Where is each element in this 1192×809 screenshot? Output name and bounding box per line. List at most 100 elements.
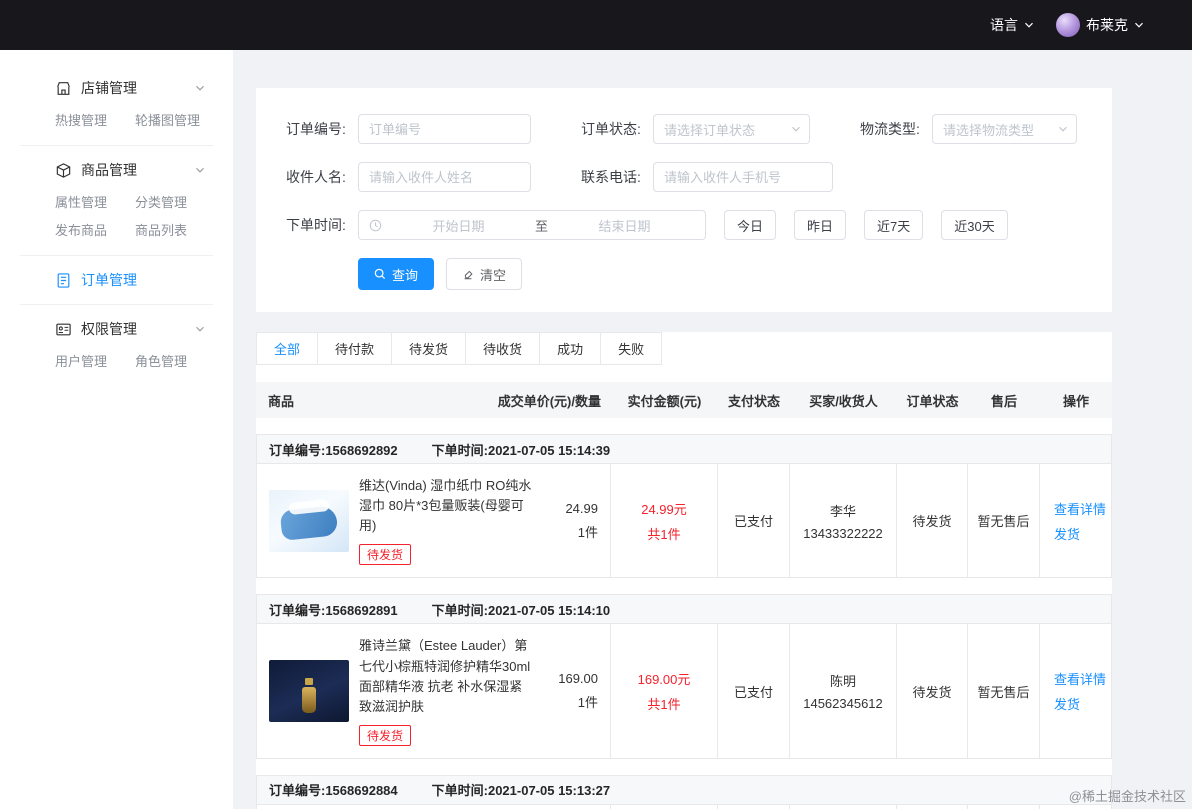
paid-amount-cell: 89.00元 共1件 <box>610 805 717 809</box>
product-title: 维达(Vinda) 湿巾纸巾 RO纯水湿巾 80片*3包量贩装(母婴可用) <box>359 476 534 536</box>
sidebar-item-goods-management[interactable]: 商品管理 <box>0 150 233 190</box>
language-label: 语言 <box>990 15 1018 35</box>
topbar-right: 语言 布莱克 <box>990 13 1144 37</box>
quick-today-button[interactable]: 今日 <box>724 210 776 240</box>
col-product: 商品 <box>268 391 294 410</box>
order-list-panel: 全部 待付款 待发货 待收货 成功 失败 商品 成交单价(元)/数量 实付金额(… <box>256 332 1112 809</box>
quick-7days-button[interactable]: 近7天 <box>864 210 923 240</box>
after-sale-cell: 暂无售后 <box>967 805 1039 809</box>
view-detail-link[interactable]: 查看详情 <box>1054 669 1106 688</box>
avatar <box>1056 13 1080 37</box>
sidebar-item-permission-management[interactable]: 权限管理 <box>0 309 233 349</box>
order-head: 订单编号:1568692884 下单时间:2021-07-05 15:13:27 <box>257 776 1111 805</box>
sidebar-item-category[interactable]: 分类管理 <box>135 192 233 211</box>
tab-pending-payment[interactable]: 待付款 <box>317 332 392 365</box>
date-range-picker[interactable]: 开始日期 至 结束日期 <box>358 210 706 240</box>
col-after-sale: 售后 <box>968 391 1040 410</box>
chevron-down-icon <box>1024 20 1034 30</box>
buyer-cell: 陈明 14562345612 <box>789 624 896 758</box>
buyer-cell: 李华 13433322222 <box>789 464 896 577</box>
tab-pending-receipt[interactable]: 待收货 <box>465 332 540 365</box>
user-menu[interactable]: 布莱克 <box>1056 13 1144 37</box>
sidebar-item-goods-list[interactable]: 商品列表 <box>135 220 233 239</box>
sidebar-item-role-management[interactable]: 角色管理 <box>135 351 233 370</box>
divider <box>20 145 213 146</box>
view-detail-link[interactable]: 查看详情 <box>1054 499 1106 518</box>
username: 布莱克 <box>1086 15 1128 35</box>
search-button[interactable]: 查询 <box>358 258 434 290</box>
order-status-cell: 待发货 <box>896 805 967 809</box>
order-status-cell: 待发货 <box>896 464 967 577</box>
chevron-down-icon <box>1058 124 1068 134</box>
order-icon <box>55 272 72 289</box>
col-pay-status: 支付状态 <box>718 391 790 410</box>
order-block: 订单编号:1568692892 下单时间:2021-07-05 15:14:39… <box>256 434 1112 578</box>
range-separator: 至 <box>535 216 548 235</box>
quick-yesterday-button[interactable]: 昨日 <box>794 210 846 240</box>
col-actions: 操作 <box>1040 391 1112 410</box>
tab-pending-shipment[interactable]: 待发货 <box>391 332 466 365</box>
clock-icon <box>369 219 382 232</box>
product-title: 雅诗兰黛（Estee Lauder）第七代小棕瓶特润修护精华30ml 面部精华液… <box>359 636 534 717</box>
sidebar-item-user-management[interactable]: 用户管理 <box>55 351 135 370</box>
sidebar-item-order-management[interactable]: 订单管理 <box>0 260 233 300</box>
receiver-name-input[interactable] <box>358 162 531 192</box>
actions-cell: 查看详情 发货 <box>1039 624 1111 758</box>
chevron-down-icon <box>1134 20 1144 30</box>
quick-30days-button[interactable]: 近30天 <box>941 210 1007 240</box>
end-date-placeholder: 结束日期 <box>554 216 695 235</box>
order-status-label: 订单状态: <box>581 119 653 139</box>
ship-link[interactable]: 发货 <box>1054 694 1080 713</box>
tab-success[interactable]: 成功 <box>539 332 601 365</box>
col-paid-amount: 实付金额(元) <box>611 391 718 410</box>
order-time: 下单时间:2021-07-05 15:14:39 <box>432 440 610 459</box>
col-order-status: 订单状态 <box>897 391 968 410</box>
receiver-name-label: 收件人名: <box>286 167 358 187</box>
after-sale-cell: 暂无售后 <box>967 464 1039 577</box>
actions-cell: 查看详情 发货 <box>1039 464 1111 577</box>
sidebar-item-hot-search[interactable]: 热搜管理 <box>55 110 135 129</box>
start-date-placeholder: 开始日期 <box>388 216 529 235</box>
order-status-select[interactable]: 请选择订单状态 <box>653 114 810 144</box>
order-number: 订单编号:1568692884 <box>269 780 398 799</box>
clear-button[interactable]: 清空 <box>446 258 522 290</box>
logistics-type-select[interactable]: 请选择物流类型 <box>932 114 1077 144</box>
tab-all[interactable]: 全部 <box>256 332 318 365</box>
order-row: 雅诗兰黛（Estee Lauder）第七代小棕瓶特润修护精华30ml 面部精华液… <box>257 624 1111 758</box>
sidebar-item-carousel[interactable]: 轮播图管理 <box>135 110 233 129</box>
order-number: 订单编号:1568692892 <box>269 440 398 459</box>
paid-amount-cell: 24.99元 共1件 <box>610 464 717 577</box>
pay-status-cell: 已支付 <box>717 464 789 577</box>
order-head: 订单编号:1568692892 下单时间:2021-07-05 15:14:39 <box>257 435 1111 464</box>
phone-label: 联系电话: <box>581 167 653 187</box>
chevron-down-icon <box>791 124 801 134</box>
order-block: 订单编号:1568692884 下单时间:2021-07-05 15:13:27… <box>256 775 1112 809</box>
product-image <box>269 490 349 552</box>
after-sale-cell: 暂无售后 <box>967 624 1039 758</box>
actions-cell: 查看详情 发货 <box>1039 805 1111 809</box>
ship-link[interactable]: 发货 <box>1054 524 1080 543</box>
language-menu[interactable]: 语言 <box>990 15 1034 35</box>
sidebar-item-label: 权限管理 <box>81 319 137 339</box>
order-time: 下单时间:2021-07-05 15:13:27 <box>432 780 610 799</box>
sidebar-item-attribute[interactable]: 属性管理 <box>55 192 135 211</box>
order-status-cell: 待发货 <box>896 624 967 758</box>
order-row: 维达(Vinda) 湿巾纸巾 RO纯水湿巾 80片*3包量贩装(母婴可用) 待发… <box>257 464 1111 577</box>
order-no-input[interactable] <box>358 114 531 144</box>
goods-icon <box>55 162 72 179</box>
status-tag: 待发货 <box>359 544 411 565</box>
phone-input[interactable] <box>653 162 833 192</box>
search-icon <box>374 268 386 280</box>
col-unit-price-qty: 成交单价(元)/数量 <box>498 391 601 410</box>
sidebar-item-publish-goods[interactable]: 发布商品 <box>55 220 135 239</box>
tab-failed[interactable]: 失败 <box>600 332 662 365</box>
chevron-down-icon <box>195 321 205 337</box>
sidebar-item-label: 店铺管理 <box>81 78 137 98</box>
topbar: 语言 布莱克 <box>0 0 1192 50</box>
permission-submenu: 用户管理 角色管理 <box>0 349 233 382</box>
unit-price-qty: 169.00 1件 <box>544 671 602 711</box>
sidebar: 店铺管理 热搜管理 轮播图管理 商品管理 属性管理 分类管理 发布商品 商品列表 <box>0 50 233 809</box>
sidebar-item-store-management[interactable]: 店铺管理 <box>0 68 233 108</box>
status-tag: 待发货 <box>359 725 411 746</box>
divider <box>20 304 213 305</box>
